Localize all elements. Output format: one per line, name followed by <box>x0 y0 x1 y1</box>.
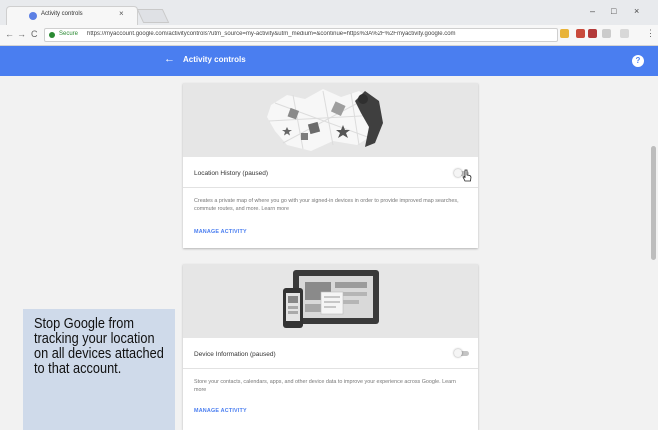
toggle-knob <box>454 169 462 177</box>
manage-activity-link[interactable]: MANAGE ACTIVITY <box>194 229 247 235</box>
minimize-icon[interactable]: – <box>590 6 595 16</box>
address-bar[interactable]: Secure https://myaccount.google.com/acti… <box>44 28 558 42</box>
extension-icon[interactable] <box>576 29 585 38</box>
divider <box>183 187 478 188</box>
url-text[interactable]: https://myaccount.google.com/activitycon… <box>87 31 547 37</box>
browser-menu-icon[interactable]: ⋮ <box>646 28 655 39</box>
extension-icon[interactable] <box>620 29 629 38</box>
page-title: Activity controls <box>183 55 246 64</box>
divider <box>183 368 478 369</box>
scrollbar-thumb[interactable] <box>651 146 656 260</box>
new-tab-button[interactable] <box>136 9 170 23</box>
close-window-icon[interactable]: × <box>634 6 639 16</box>
device-information-toggle[interactable] <box>454 349 469 357</box>
google-favicon-icon <box>29 12 37 20</box>
extension-icon[interactable] <box>602 29 611 38</box>
browser-tab[interactable]: Activity controls × <box>6 6 138 25</box>
toggle-knob <box>454 349 462 357</box>
devices-illustration <box>183 264 478 338</box>
maximize-icon[interactable]: □ <box>611 6 616 16</box>
card-title: Location History (paused) <box>194 170 269 177</box>
back-nav-icon[interactable]: ← <box>5 29 14 39</box>
card-description: Store your contacts, calendars, apps, an… <box>194 379 456 393</box>
card-description: Creates a private map of where you go wi… <box>194 198 459 212</box>
location-history-card: Location History (paused) Creates a priv… <box>183 83 478 248</box>
tab-close-icon[interactable]: × <box>119 9 124 18</box>
lock-icon <box>49 32 55 38</box>
app-bar: ← Activity controls ? <box>0 46 658 76</box>
help-icon[interactable]: ? <box>632 55 644 67</box>
reload-icon[interactable]: C <box>31 29 38 39</box>
browser-tab-strip: Activity controls × – □ × <box>0 0 658 25</box>
card-title: Device Information (paused) <box>194 351 276 358</box>
caption-text: Stop Google from tracking your location … <box>34 316 164 377</box>
device-information-card: Device Information (paused) Store your c… <box>183 264 478 430</box>
devices-illustration-icon <box>283 270 379 328</box>
forward-nav-icon[interactable]: → <box>17 29 26 39</box>
extension-icon[interactable] <box>560 29 569 38</box>
tab-title: Activity controls <box>41 11 83 17</box>
secure-label: Secure <box>59 31 79 37</box>
caption-box: Stop Google from tracking your location … <box>23 309 175 430</box>
back-arrow-icon[interactable]: ← <box>164 53 175 65</box>
map-illustration <box>183 83 478 157</box>
extension-icon[interactable] <box>588 29 597 38</box>
map-illustration-icon <box>267 89 383 151</box>
hand-cursor-icon <box>462 169 472 182</box>
manage-activity-link[interactable]: MANAGE ACTIVITY <box>194 408 247 414</box>
